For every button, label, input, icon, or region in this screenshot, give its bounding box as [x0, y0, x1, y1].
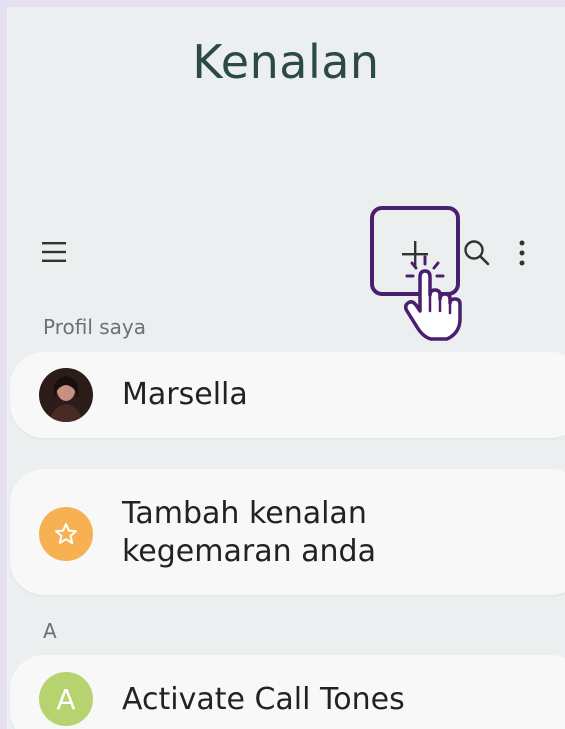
menu-icon[interactable]	[42, 240, 68, 264]
contacts-section-letter: A	[43, 619, 57, 643]
star-icon	[55, 523, 77, 544]
page-title: Kenalan	[192, 35, 380, 89]
profile-photo-icon	[49, 376, 83, 422]
add-favorites-card[interactable]: Tambah kenalan kegemaran anda	[10, 469, 565, 595]
contact-avatar: A	[39, 672, 93, 726]
contacts-screen: Kenalan Profil saya Marsella Tambah kena…	[7, 7, 565, 729]
profile-section-label: Profil saya	[43, 315, 147, 339]
avatar	[39, 368, 93, 422]
star-avatar	[39, 507, 93, 561]
toolbar	[7, 222, 565, 284]
contact-list-item[interactable]: A Activate Call Tones	[10, 655, 565, 729]
my-profile-card[interactable]: Marsella	[10, 352, 565, 438]
profile-name: Marsella	[122, 377, 248, 412]
add-favorites-text: Tambah kenalan kegemaran anda	[122, 496, 376, 569]
contact-name: Activate Call Tones	[122, 682, 405, 717]
tap-hand-icon	[403, 255, 462, 341]
more-vert-icon[interactable]	[516, 238, 528, 268]
